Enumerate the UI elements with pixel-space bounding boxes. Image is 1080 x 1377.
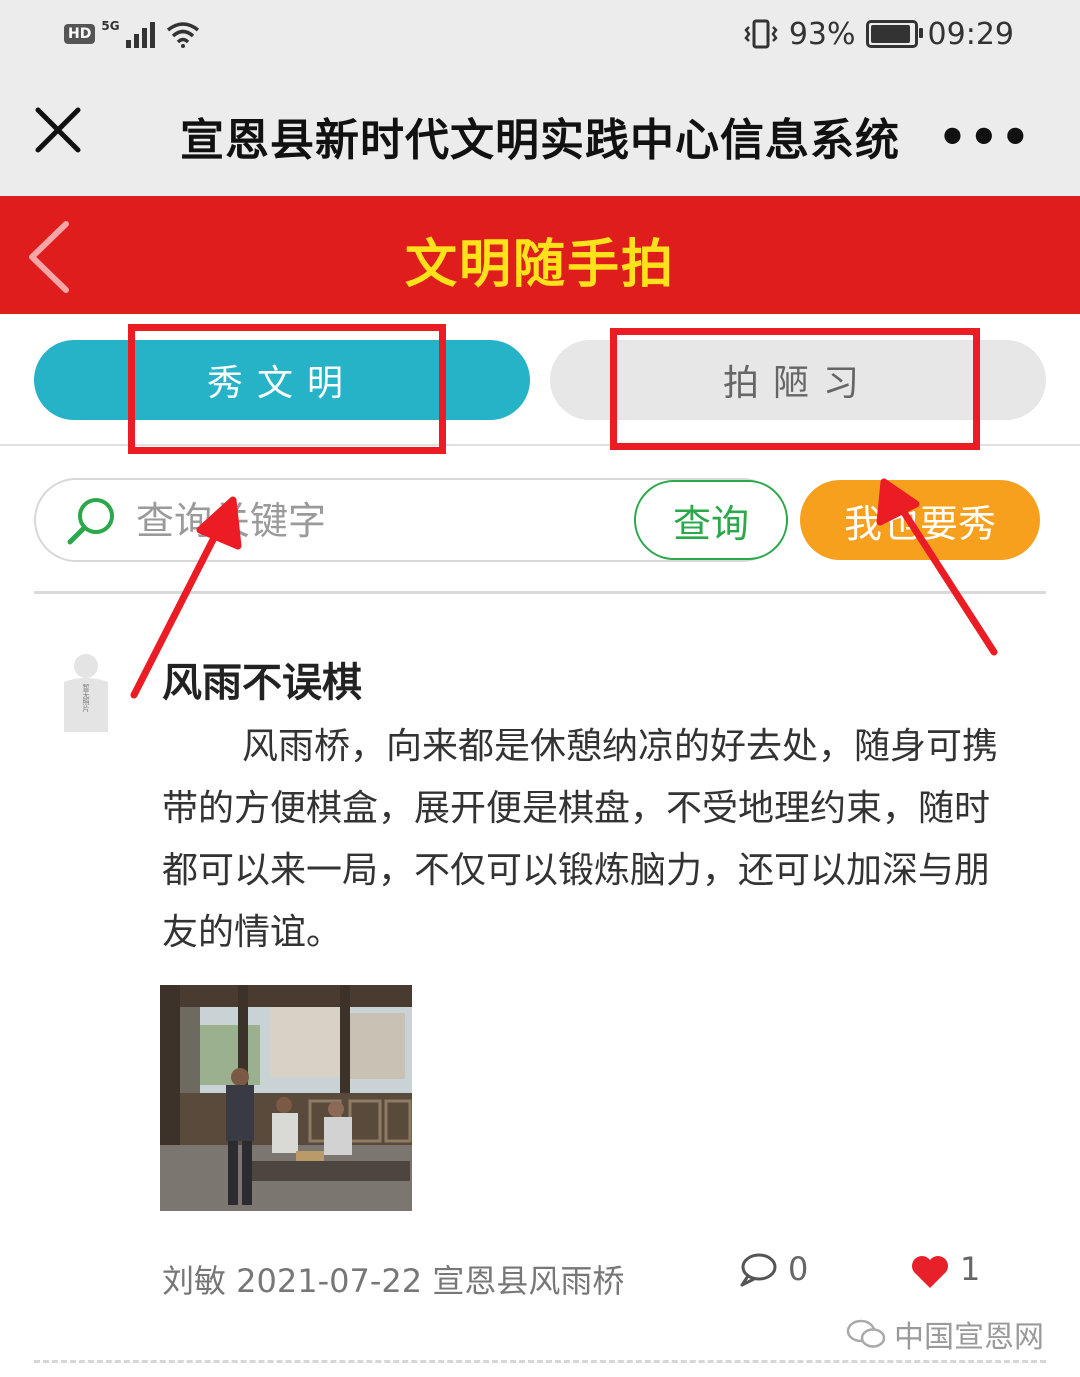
battery-level [870, 25, 910, 43]
query-button[interactable]: 查询 [634, 480, 788, 560]
status-bar-right: 93% 09:29 [743, 14, 1014, 54]
post-meta: 刘敏 2021-07-22 宣恩县风雨桥 [162, 1262, 625, 1300]
wifi-icon [166, 22, 199, 48]
battery-icon [865, 20, 923, 48]
avatar: 暂无照片 [64, 654, 108, 732]
annotation-box-tab-show [128, 324, 446, 454]
search-input[interactable] [134, 480, 618, 562]
svg-text:暂无照片: 暂无照片 [82, 683, 90, 713]
more-options-button[interactable]: ••• [938, 110, 1032, 164]
comment-count: 0 [788, 1250, 809, 1288]
battery-percent: 93% [788, 16, 856, 52]
network-type: 5G [101, 19, 120, 33]
close-icon[interactable] [28, 100, 88, 160]
watermark: 中国宣恩网 [846, 1312, 1044, 1356]
like-count: 1 [960, 1250, 981, 1288]
vibrate-icon [744, 19, 778, 49]
page-title: 文明随手拍 [404, 235, 675, 295]
wechat-page-title: 宣恩县新时代文明实践中心信息系统 [180, 115, 900, 166]
clock: 09:29 [927, 16, 1014, 52]
annotation-box-tab-report [610, 328, 980, 450]
post-title[interactable]: 风雨不误棋 [162, 650, 362, 708]
post-body: 风雨桥，向来都是休憩纳凉的好去处，随身可携带的方便棋盒，展开便是棋盘，不受地理约… [162, 726, 999, 953]
wechat-icon [846, 1319, 886, 1348]
status-bar-left: HD 5G [64, 16, 200, 52]
divider [34, 591, 1046, 594]
signal-icon [125, 22, 155, 48]
search-icon [67, 498, 114, 545]
hd-badge: HD [64, 24, 96, 44]
post-photo[interactable] [160, 985, 412, 1211]
heart-icon[interactable] [910, 1254, 950, 1290]
watermark-text: 中国宣恩网 [894, 1320, 1044, 1355]
comment-icon[interactable] [738, 1252, 778, 1288]
post-show-button[interactable]: 我也要秀 [800, 480, 1040, 560]
divider [34, 1360, 1046, 1363]
